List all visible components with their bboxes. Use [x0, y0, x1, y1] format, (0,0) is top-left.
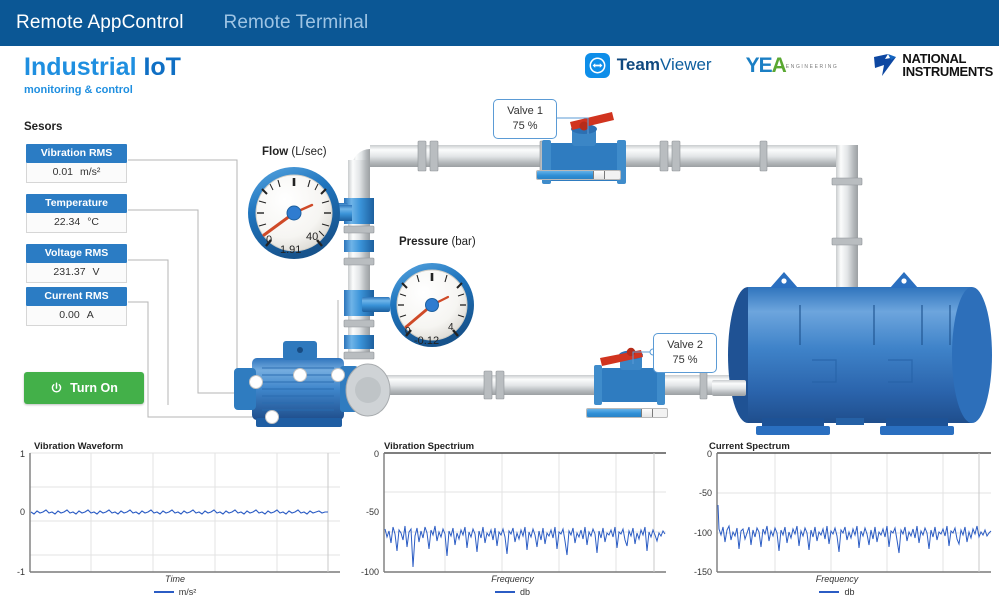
charts-row: Vibration Waveform 1 0 -1 Time m/s² Vibr… [0, 437, 999, 599]
chart-current-spectrum: Current Spectrum 0 -50 -100 -150 Frequen… [675, 437, 999, 599]
chart-vibration-spectrum-legend: db [350, 587, 675, 597]
chart-vibration-spectrum-title: Vibration Spectrium [384, 441, 475, 452]
valve-2-callout: Valve 2 75 % [653, 333, 717, 373]
chart-vibration-waveform-title: Vibration Waveform [34, 441, 124, 452]
chart-1-ytick-mid: 0 [20, 507, 25, 517]
pressure-gauge-name: Pressure [399, 236, 449, 248]
chart-vibration-spectrum: Vibration Spectrium 0 -50 -100 Frequency… [350, 437, 675, 599]
valve-1-slider-fill [537, 171, 600, 179]
valve-1-label: Valve 1 [507, 105, 543, 117]
legend-swatch-2 [494, 591, 515, 593]
valve-1-slider-track[interactable] [536, 170, 621, 180]
chart-vibration-spectrum-xlabel: Frequency [491, 574, 534, 584]
valve-2-slider[interactable] [586, 408, 668, 418]
flow-gauge-label: Flow (L/sec) [262, 146, 327, 158]
valve-2-slider-fill [587, 409, 647, 417]
svg-text:4: 4 [448, 322, 454, 333]
flow-gauge: 0 40 1.91 [248, 167, 352, 259]
svg-text:0: 0 [405, 326, 411, 337]
storage-tank [728, 272, 992, 435]
chart-vibration-waveform: Vibration Waveform 1 0 -1 Time m/s² [0, 437, 350, 599]
legend-swatch-1 [153, 591, 174, 593]
flow-gauge-unit: (L/sec) [291, 146, 327, 158]
chart-2-ytick-0: 0 [374, 449, 379, 459]
current-spectrum-trace [717, 504, 992, 554]
chart-1-ytick-top: 1 [20, 449, 25, 459]
chart-vibration-spectrum-legend-label: db [519, 587, 530, 597]
chart-3-ytick-50: -50 [699, 488, 712, 498]
valve-2-value: 75 % [672, 354, 698, 366]
chart-2-ytick-50: -50 [366, 507, 379, 517]
chart-vibration-waveform-legend-label: m/s² [178, 587, 197, 597]
pressure-gauge: 0 4 -0.12 [390, 263, 474, 347]
chart-3-ytick-100: -100 [694, 528, 712, 538]
chart-vibration-waveform-legend: m/s² [0, 587, 350, 597]
chart-vibration-waveform-xlabel: Time [165, 574, 185, 584]
chart-current-spectrum-legend: db [675, 587, 999, 597]
legend-swatch-3 [819, 591, 840, 593]
valve-1-slider-handle [593, 171, 606, 179]
valve-2-slider-track[interactable] [586, 408, 668, 418]
valve-1-value: 75 % [512, 120, 538, 132]
chart-current-spectrum-title: Current Spectrum [709, 441, 790, 452]
svg-text:40: 40 [306, 231, 318, 243]
chart-current-spectrum-legend-label: db [844, 587, 855, 597]
chart-current-spectrum-xlabel: Frequency [815, 574, 859, 584]
svg-text:-0.12: -0.12 [414, 335, 439, 347]
vibration-waveform-trace [30, 509, 328, 515]
valve-2-slider-handle [641, 409, 653, 417]
process-diagram: 0 40 1.91 0 4 -0.12 [234, 112, 992, 435]
valve-1-callout: Valve 1 75 % [493, 99, 557, 139]
pressure-gauge-unit: (bar) [451, 236, 476, 248]
flow-gauge-name: Flow [262, 146, 289, 158]
svg-text:1.91: 1.91 [280, 244, 301, 256]
pressure-gauge-label: Pressure (bar) [399, 236, 476, 248]
valve-1-slider[interactable] [536, 170, 621, 180]
valve-2-label: Valve 2 [667, 339, 703, 351]
svg-text:0: 0 [266, 234, 272, 246]
